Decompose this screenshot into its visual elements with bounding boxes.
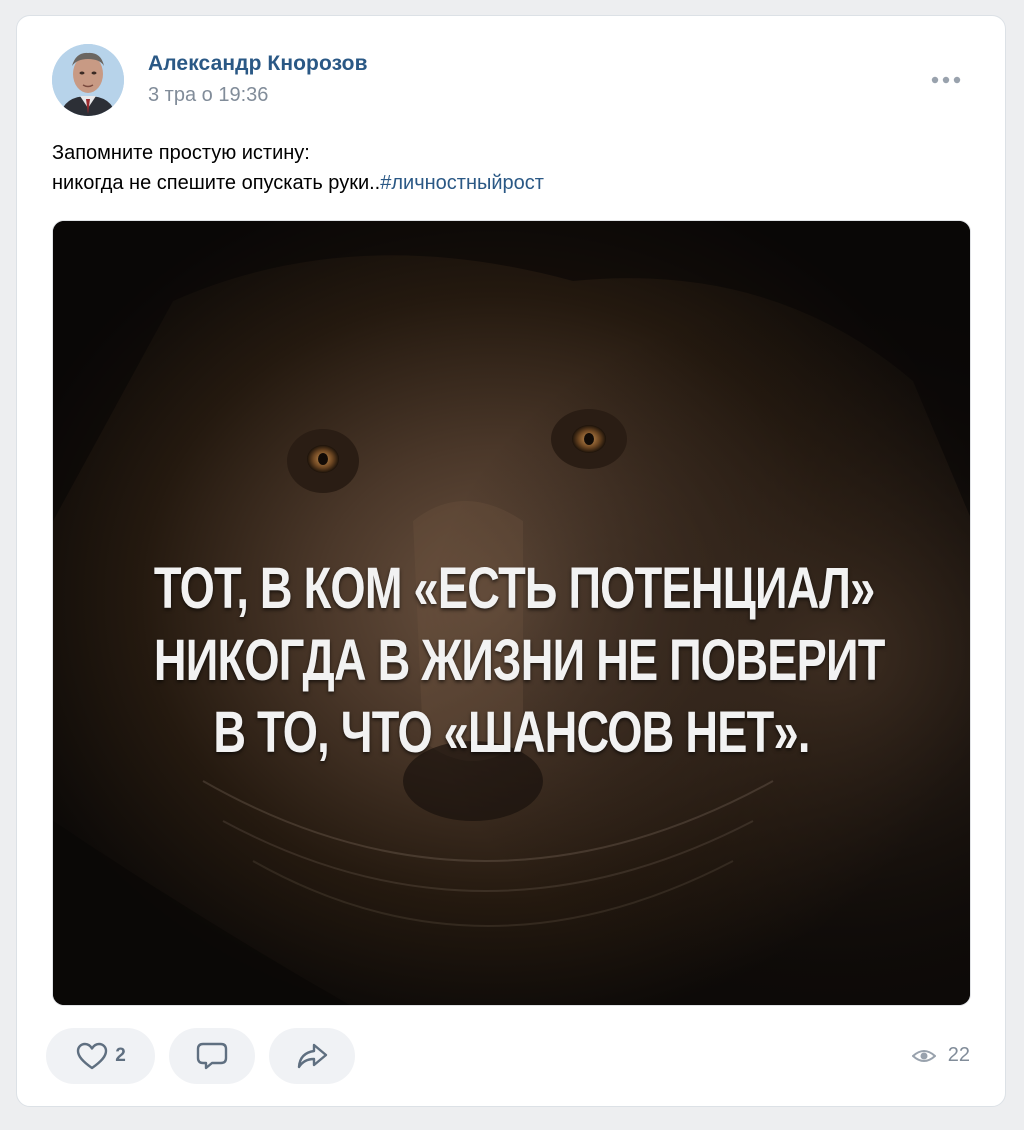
share-button[interactable] [269, 1028, 355, 1084]
heart-icon [77, 1042, 108, 1070]
post-text-line-2: никогда не спешите опускать руки..#лично… [52, 168, 972, 198]
post-card: Александр Кнорозов 3 тра о 19:36 Запомни… [16, 15, 1006, 1107]
image-quote-line-3: В ТО, ЧТО «ШАНСОВ НЕТ». [213, 700, 810, 765]
image-quote: ТОТ, В КОМ «ЕСТЬ ПОТЕНЦИАЛ» НИКОГДА В ЖИ… [153, 553, 886, 769]
views-counter: 22 [911, 1044, 970, 1067]
post-photo[interactable]: ТОТ, В КОМ «ЕСТЬ ПОТЕНЦИАЛ» НИКОГДА В ЖИ… [52, 220, 971, 1006]
post-header: Александр Кнорозов 3 тра о 19:36 [52, 44, 970, 116]
share-icon [297, 1043, 328, 1069]
more-icon[interactable] [930, 72, 962, 88]
comment-button[interactable] [169, 1028, 255, 1084]
post-text-line-1: Запомните простую истину: [52, 142, 310, 164]
views-count: 22 [947, 1044, 970, 1066]
eye-icon [911, 1049, 936, 1062]
post-text-line-2-body: никогда не спешите опускать руки.. [52, 172, 381, 194]
post-text: Запомните простую истину: никогда не спе… [52, 138, 972, 198]
image-quote-line-2: НИКОГДА В ЖИЗНИ НЕ ПОВЕРИТ [153, 628, 886, 693]
post-actions: 2 22 [46, 1028, 970, 1086]
like-button[interactable]: 2 [46, 1028, 155, 1084]
avatar[interactable] [52, 44, 124, 116]
comment-icon [196, 1042, 228, 1070]
hashtag-link[interactable]: #личностныйрост [380, 172, 544, 194]
author-name[interactable]: Александр Кнорозов [148, 52, 368, 76]
image-quote-line-1: ТОТ, В КОМ «ЕСТЬ ПОТЕНЦИАЛ» [153, 556, 875, 621]
like-count: 2 [115, 1045, 126, 1066]
avatar-image [52, 44, 124, 116]
post-date[interactable]: 3 тра о 19:36 [148, 84, 268, 107]
